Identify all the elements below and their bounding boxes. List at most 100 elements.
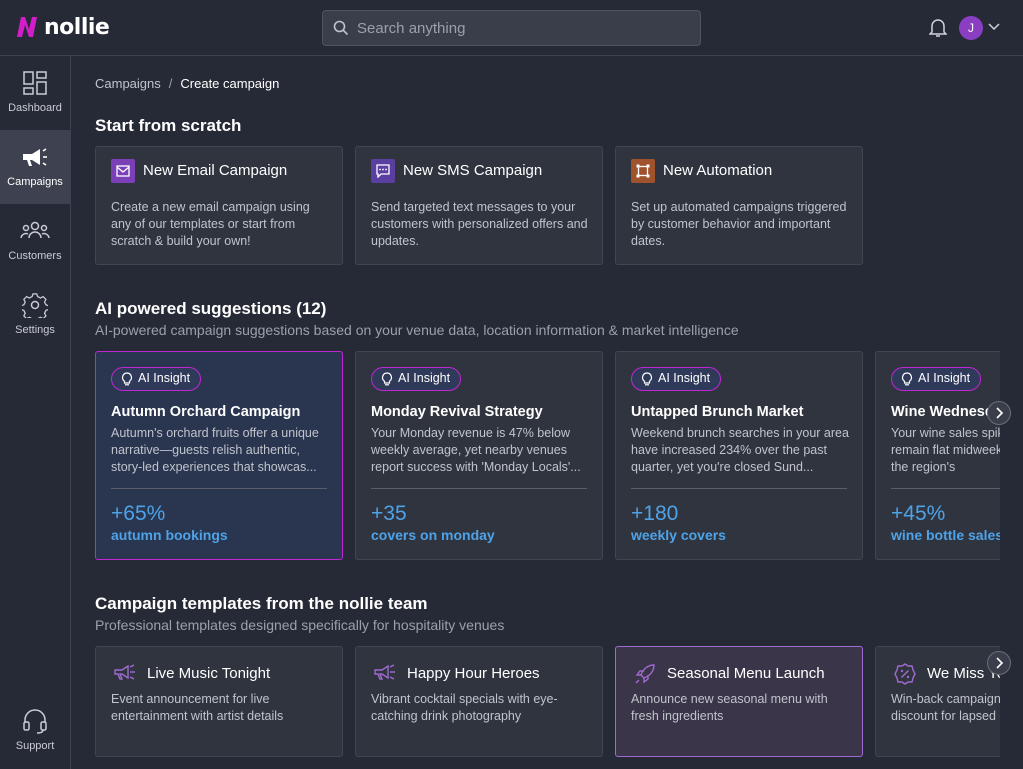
card-title: Live Music Tonight [147,665,271,682]
chevron-right-icon [996,407,1004,419]
megaphone-icon [374,664,395,680]
sms-icon [371,159,395,183]
search-icon [333,20,349,36]
templates-heading: Campaign templates from the nollie team [95,594,428,613]
metric-label: covers on monday [371,527,495,543]
card-description: Autumn's orchard fruits offer a unique n… [111,426,319,474]
users-icon [20,221,50,239]
sidebar-item-dashboard[interactable]: Dashboard [0,56,70,130]
metric-value: +35 [371,502,407,525]
ai-suggestion-card[interactable]: AI Insight Monday Revival Strategy Your … [355,351,603,560]
card-title: Happy Hour Heroes [407,665,540,682]
user-avatar[interactable]: J [959,16,983,40]
card-title: New Automation [663,162,773,179]
breadcrumb-current: Create campaign [180,76,280,91]
divider [891,488,1000,489]
ai-suggestion-card[interactable]: AI Insight Untapped Brunch Market Weeken… [615,351,863,560]
breadcrumb-campaigns-link[interactable]: Campaigns [95,76,161,91]
card-description: Vibrant cocktail specials with eye-catch… [371,692,558,723]
nollie-logo-icon [17,17,37,37]
card-title: Autumn Orchard Campaign [111,404,301,420]
sidebar-item-label: Dashboard [8,102,62,114]
new-sms-campaign-card[interactable]: New SMS Campaign Send targeted text mess… [355,146,603,265]
sidebar-item-settings[interactable]: Settings [0,278,70,352]
ai-insight-badge: AI Insight [891,367,982,391]
brand-name: nollie [44,14,110,40]
card-description: Win-back campaign with personalized disc… [891,692,1000,723]
notifications-bell-icon[interactable] [929,18,947,38]
headset-icon [23,709,47,734]
search-bar[interactable] [322,10,701,46]
card-description: Set up automated campaigns triggered by … [631,200,847,248]
card-title: Monday Revival Strategy [371,404,543,420]
metric-label: autumn bookings [111,527,228,543]
lightbulb-icon [641,372,653,386]
brand-logo[interactable]: nollie [14,14,110,40]
ai-insight-label: AI Insight [918,371,971,385]
new-automation-card[interactable]: New Automation Set up automated campaign… [615,146,863,265]
email-icon [111,159,135,183]
metric-value: +45% [891,502,946,525]
card-description: Send targeted text messages to your cust… [371,200,588,248]
ai-suggestions-subheading: AI-powered campaign suggestions based on… [95,322,739,338]
sidebar-item-label: Support [15,740,55,752]
card-description: Event announcement for live entertainmen… [111,692,284,723]
ai-suggestion-card[interactable]: AI Insight Wine Wednesday Your wine sale… [875,351,1000,560]
sidebar-item-label: Campaigns [7,176,63,188]
ai-insight-label: AI Insight [658,371,711,385]
gear-icon [22,293,48,318]
metric-value: +65% [111,502,166,525]
dashboard-icon [23,71,47,95]
ai-insight-badge: AI Insight [631,367,722,391]
template-card[interactable]: We Miss You Win-back campaign with perso… [875,646,1000,757]
scratch-heading: Start from scratch [95,116,242,135]
new-email-campaign-card[interactable]: New Email Campaign Create a new email ca… [95,146,343,265]
card-title: New SMS Campaign [403,162,543,179]
divider [631,488,847,489]
card-title: Seasonal Menu Launch [667,665,825,682]
templates-carousel-next-button[interactable] [987,651,1011,675]
lightbulb-icon [901,372,913,386]
template-card[interactable]: Seasonal Menu Launch Announce new season… [615,646,863,757]
search-input[interactable] [357,11,687,45]
ai-suggestion-card[interactable]: AI Insight Autumn Orchard Campaign Autum… [95,351,343,560]
templates-carousel: Live Music Tonight Event announcement fo… [95,646,1000,758]
ai-suggestions-heading: AI powered suggestions (12) [95,299,327,318]
divider [111,488,327,489]
divider [371,488,587,489]
card-description: Announce new seasonal menu with fresh in… [631,692,828,723]
top-bar: nollie J [0,0,1023,56]
lightbulb-icon [121,372,133,386]
sidebar-item-campaigns[interactable]: Campaigns [0,130,70,204]
chevron-right-icon [996,657,1004,669]
card-title: Wine Wednesday [891,404,1000,420]
ai-insight-badge: AI Insight [111,367,202,391]
metric-label: weekly covers [631,527,726,543]
ai-insight-badge: AI Insight [371,367,462,391]
card-title: Untapped Brunch Market [631,404,804,420]
rocket-icon [635,664,655,684]
discount-badge-icon [894,663,916,685]
template-card[interactable]: Live Music Tonight Event announcement fo… [95,646,343,757]
automation-icon [631,159,655,183]
templates-subheading: Professional templates designed specific… [95,617,505,633]
card-description: Your Monday revenue is 47% below weekly … [371,426,581,474]
chevron-down-icon[interactable] [988,22,1000,32]
breadcrumb-separator: / [168,76,173,91]
card-description: Your wine sales spike on weekends but re… [891,426,1000,474]
ai-suggestions-carousel: AI Insight Autumn Orchard Campaign Autum… [95,351,1000,561]
sidebar-item-label: Customers [8,250,62,262]
card-title: New Email Campaign [143,162,288,179]
lightbulb-icon [381,372,393,386]
card-description: Weekend brunch searches in your area hav… [631,426,849,474]
sidebar-item-label: Settings [15,324,55,336]
sidebar-item-customers[interactable]: Customers [0,204,70,278]
ai-insight-label: AI Insight [398,371,451,385]
ai-carousel-next-button[interactable] [987,401,1011,425]
breadcrumb: Campaigns / Create campaign [95,76,279,91]
sidebar: Dashboard Campaigns Customers Settings S… [0,56,71,769]
sidebar-item-support[interactable]: Support [0,694,70,768]
template-card[interactable]: Happy Hour Heroes Vibrant cocktail speci… [355,646,603,757]
ai-insight-label: AI Insight [138,371,191,385]
megaphone-icon [23,148,47,166]
